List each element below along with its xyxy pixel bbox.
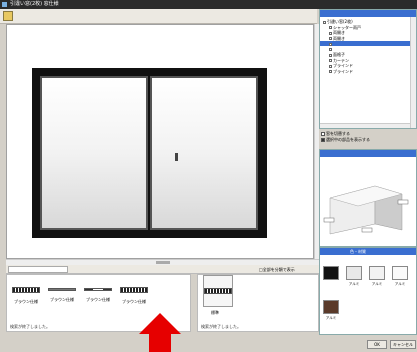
thumbnail-image — [204, 288, 232, 294]
thumbnail-label: ブラウン仕様 — [50, 297, 74, 302]
selected-thumbnail-label: 標準 — [211, 310, 219, 315]
option-show-selected[interactable]: 選択中の部品を表示する — [319, 137, 417, 143]
tree-node-label: シャッター雨戸 — [333, 24, 361, 30]
checkbox[interactable] — [329, 31, 332, 35]
window-latch — [175, 153, 178, 161]
thumbnail-label: ブラウン仕様 — [14, 299, 38, 304]
tree-node-label: 両開き — [333, 30, 345, 35]
thumbnail-image — [48, 288, 76, 291]
options: 窓を切替する 選択中の部品を表示する — [319, 131, 417, 149]
checkbox[interactable] — [329, 64, 332, 68]
checkbox[interactable] — [329, 70, 332, 73]
thumbnail-item[interactable]: ブラウン仕様 — [81, 287, 115, 323]
show-all-label: □全部を分類で表示 — [259, 267, 295, 272]
window-preview — [6, 24, 314, 259]
option-label: 窓を切替する — [326, 131, 350, 136]
red-arrow-head — [139, 313, 181, 334]
selected-thumbnail[interactable] — [203, 275, 233, 307]
status-message: 検索が終了しました。 — [201, 324, 241, 329]
tree-node-label: カーテン — [333, 57, 349, 63]
thumbnail-label: ブラウン仕様 — [86, 297, 110, 302]
save-icon[interactable] — [3, 11, 13, 21]
color-header: 色・材質 — [320, 248, 416, 255]
ok-button[interactable]: OK — [367, 340, 387, 349]
color-swatch[interactable] — [323, 300, 339, 314]
right-glass-pane — [150, 76, 258, 230]
tree-node[interactable]: ブラインド — [320, 69, 416, 74]
scene-header — [320, 150, 416, 157]
checkbox[interactable] — [323, 20, 326, 24]
title-bar: 引違い窓(2枚) 窓仕様 — [0, 0, 417, 9]
checkbox[interactable] — [329, 53, 332, 57]
color-swatch-label: アルミ — [371, 282, 383, 286]
checkbox[interactable] — [329, 37, 332, 40]
thumbnail-item[interactable]: ブラウン仕様 — [9, 287, 43, 323]
tree-node[interactable] — [320, 41, 416, 46]
thumbnail-image — [120, 287, 148, 293]
tree-node-label: ブラインド — [333, 68, 353, 74]
checkbox[interactable] — [321, 132, 325, 136]
color-swatch-label: アルミ — [325, 316, 337, 320]
color-swatch-label: アルミ — [348, 282, 360, 286]
window-frame — [32, 68, 267, 238]
tree-vertical-scrollbar[interactable] — [410, 17, 416, 128]
left-glass-pane — [40, 76, 148, 230]
app-icon — [2, 2, 7, 7]
room-3d-illustration — [323, 185, 409, 235]
thumbnail-label: ブラウン仕様 — [122, 299, 146, 304]
tree-node[interactable]: 引違い窓(2枚) — [320, 19, 416, 24]
option-label: 選択中の部品を表示する — [326, 137, 370, 142]
toolbar — [0, 9, 317, 24]
checkbox[interactable] — [329, 48, 332, 51]
tree-node[interactable]: ブラインド — [320, 63, 416, 68]
color-swatch-label: アルミ — [394, 282, 406, 286]
scroll-thumb[interactable] — [156, 261, 170, 264]
red-arrow-shaft — [149, 333, 171, 352]
tree-node-label: 両開き — [333, 35, 345, 41]
tree-node-label: 面格子 — [333, 52, 345, 57]
thumbnail-tab[interactable] — [8, 266, 68, 273]
selected-thumbnail-panel: 標準 検索が終了しました。 — [197, 274, 319, 332]
parts-tree: 引違い窓(2枚) シャッター雨戸 両開き 両開き 面格子 カーテン ブラインド ブラインド — [319, 9, 417, 129]
color-swatch[interactable] — [323, 266, 339, 280]
color-panel: 色・材質 アルミ アルミ アルミ アルミ — [319, 247, 417, 335]
status-message: 検索が終了しました。 — [10, 324, 50, 329]
cancel-button[interactable]: キャンセル — [390, 340, 416, 349]
tree-node[interactable]: カーテン — [320, 58, 416, 63]
tree-node[interactable]: シャッター雨戸 — [320, 25, 416, 30]
tree-node-label: ブラインド — [333, 63, 353, 68]
thumbnail-tab-bar: □全部を分類で表示 — [6, 265, 319, 274]
3d-preview — [319, 149, 417, 247]
show-all-toggle[interactable]: □全部を分類で表示 — [259, 266, 295, 273]
color-swatch[interactable] — [346, 266, 362, 280]
window-title: 引違い窓(2枚) 窓仕様 — [10, 1, 59, 7]
checkbox[interactable] — [321, 138, 325, 142]
tree-node[interactable]: 両開き — [320, 30, 416, 35]
tree-node[interactable]: 両開き — [320, 36, 416, 41]
tree-horizontal-scrollbar[interactable] — [320, 123, 410, 128]
thumbnail-item[interactable]: ブラウン仕様 — [45, 287, 79, 323]
checkbox[interactable] — [329, 59, 332, 62]
thumbnail-image — [12, 287, 40, 293]
thumbnail-image — [84, 288, 112, 291]
tree-node[interactable] — [320, 47, 416, 52]
tree-node-label: 引違い窓(2枚) — [327, 19, 353, 24]
color-swatch[interactable] — [369, 266, 385, 280]
tree-header — [320, 10, 416, 17]
checkbox[interactable] — [329, 26, 332, 29]
checkbox[interactable] — [329, 42, 332, 46]
right-panel: 引違い窓(2枚) シャッター雨戸 両開き 両開き 面格子 カーテン ブラインド ブラインド 窓… — [319, 9, 417, 352]
tree-node[interactable]: 面格子 — [320, 52, 416, 57]
color-swatch[interactable] — [392, 266, 408, 280]
dialog-buttons: OK キャンセル — [319, 337, 417, 352]
